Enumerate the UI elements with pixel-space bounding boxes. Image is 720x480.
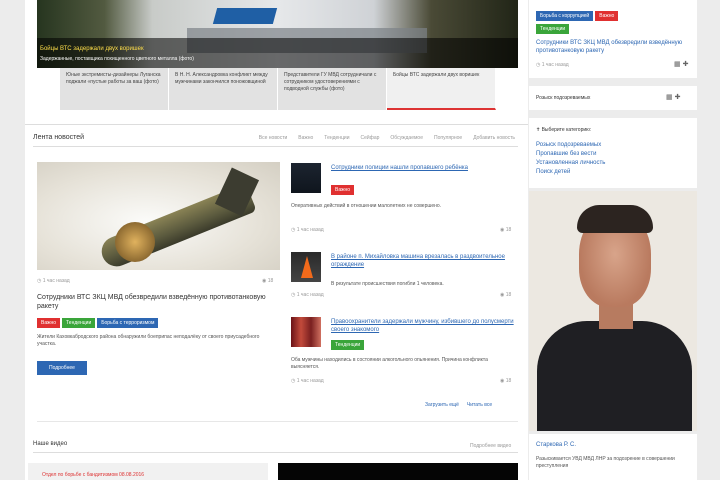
search-title: Розыск подозреваемых	[536, 95, 591, 101]
sidebar-news-time: ◷ 1 час назад	[536, 62, 569, 68]
badge-important[interactable]: Важно	[37, 318, 61, 328]
category-link[interactable]: Розыск подозреваемых	[536, 141, 601, 149]
sidebar-badges-row2: Тенденции	[536, 24, 571, 34]
news-item-title[interactable]: В районе п. Михайловка машина врезалась …	[331, 253, 516, 269]
category-link[interactable]: Установленная личность	[536, 159, 605, 167]
badge-corruption[interactable]: Борьба с коррупцией	[536, 11, 594, 21]
tab-all[interactable]: Все новости	[259, 135, 288, 141]
categories-title-text: Выберите категорию:	[541, 127, 592, 133]
hair-shape	[577, 205, 653, 233]
grid-icon[interactable]: ▦	[674, 61, 683, 68]
main-news-views: ◉ 18	[262, 278, 273, 284]
main-news-title[interactable]: Сотрудники ВТС ЗКЦ МВД обезвредили взвед…	[37, 293, 277, 311]
slider-thumb[interactable]: Юные экстремисты-дизайнеры Луганска подж…	[60, 68, 169, 110]
news-thumb[interactable]	[291, 163, 321, 193]
hero-caption-subtitle: Задержанные, поставщика похищенного цвет…	[40, 56, 194, 62]
slider-thumbnails: Юные экстремисты-дизайнеры Луганска подж…	[60, 68, 496, 110]
sidebar-news-title[interactable]: Сотрудники ВТС ЗКЦ МВД обезвредили взвед…	[536, 39, 686, 55]
grid-icon[interactable]: ▦	[666, 94, 675, 101]
video-player[interactable]	[278, 463, 518, 480]
badge-important[interactable]: Важно	[595, 11, 619, 21]
load-more-link[interactable]: Загрузить ещё	[425, 402, 459, 408]
views-count: 18	[505, 227, 512, 233]
hero-caption-title[interactable]: Бойцы ВТС задержали двух воришек	[40, 46, 144, 52]
news-item-views: ◉ 18	[500, 227, 511, 233]
tab-discussed[interactable]: Обсуждаемое	[390, 135, 423, 141]
tab-trends[interactable]: Тенденции	[324, 135, 349, 141]
news-thumb[interactable]	[291, 317, 321, 347]
tab-add-news[interactable]: Добавить новость	[473, 135, 515, 141]
time-label: 1 час назад	[296, 292, 324, 298]
wanted-person-photo[interactable]	[529, 191, 697, 431]
main-news-text: Жители Каховкабродского района обнаружил…	[37, 334, 260, 347]
shirt-shape	[537, 321, 692, 431]
video-all-link[interactable]: Подробнее видео	[470, 443, 511, 449]
time-label: 1 час назад	[296, 378, 324, 384]
badge-trends[interactable]: Тенденции	[62, 318, 96, 328]
divider	[33, 452, 518, 453]
badge-trends[interactable]: Тенденции	[331, 340, 365, 350]
plus-icon[interactable]: ✚	[675, 94, 681, 101]
news-item-title[interactable]: Сотрудники полиции нашли пропавшего ребё…	[331, 164, 516, 172]
news-item-badges: Важно	[331, 185, 356, 195]
categories-title: ✝ Выберите категорию:	[536, 127, 591, 133]
search-icons: ▦ ✚	[666, 93, 680, 101]
time-label: 1 час назад	[42, 278, 70, 284]
tab-popular[interactable]: Популярное	[434, 135, 462, 141]
feed-title: Лента новостей	[33, 134, 85, 141]
sidebar-badges: Борьба с коррупцией Важно	[536, 11, 620, 21]
badge-important[interactable]: Важно	[331, 185, 355, 195]
news-item-badges: Тенденции	[331, 340, 366, 350]
tab-safe[interactable]: Сейфар	[361, 135, 380, 141]
category-link[interactable]: Пропавшие без вести	[536, 150, 596, 158]
slider-thumb[interactable]: Представители ГУ МВД сотрудничали с сотр…	[278, 68, 387, 110]
main-news-image[interactable]	[37, 162, 280, 270]
badge-trends[interactable]: Тенденции	[536, 24, 570, 34]
badge-terrorism[interactable]: Борьба с терроризмом	[97, 318, 159, 328]
tab-important[interactable]: Важно	[298, 135, 313, 141]
slider-thumb-active[interactable]: Бойцы ВТС задержали двух воришек	[387, 68, 496, 110]
person-name[interactable]: Старкова Р. С.	[536, 441, 576, 449]
rocket-tip-shape	[115, 222, 155, 262]
main-news-badges: Важно Тенденции Борьба с терроризмом	[37, 318, 160, 328]
feed-tabs: Все новости Важно Тенденции Сейфар Обсуж…	[259, 135, 515, 141]
person-description: Разыскивается УВД МВД ЛНР за подозрение …	[536, 456, 675, 469]
hero-logo-stripe	[212, 8, 278, 24]
hero-caption-bg	[37, 38, 518, 68]
divider	[25, 124, 528, 125]
news-item-text: Оба мужчины находились в состоянии алког…	[291, 357, 488, 370]
news-item-views: ◉ 18	[500, 378, 511, 384]
category-link[interactable]: Поиск детей	[536, 168, 570, 176]
video-card-title[interactable]: Отдел по борьбе с бандитизмом 08.08.2016	[42, 472, 144, 478]
time-label: 1 час назад	[541, 62, 569, 68]
main-news-time: ◷ 1 час назад	[37, 278, 70, 284]
views-count: 18	[267, 278, 274, 284]
hero-slider-image[interactable]: Бойцы ВТС задержали двух воришек Задержа…	[37, 0, 518, 68]
time-label: 1 час назад	[296, 227, 324, 233]
video-section-title: Наше видео	[33, 441, 68, 447]
news-item-text: В результате происшествия погибли 1 чело…	[331, 281, 444, 287]
views-count: 18	[505, 378, 512, 384]
news-item-text: Оперативных действий в отношении малолет…	[291, 203, 442, 209]
news-thumb[interactable]	[291, 252, 321, 282]
video-card[interactable]: Отдел по борьбе с бандитизмом 08.08.2016	[28, 463, 268, 480]
news-item-time: ◷ 1 час назад	[291, 292, 324, 298]
feed-footer-links: Загрузить ещё Читать все	[425, 402, 492, 408]
divider	[37, 421, 518, 422]
news-item-time: ◷ 1 час назад	[291, 227, 324, 233]
news-item-time: ◷ 1 час назад	[291, 378, 324, 384]
divider	[33, 146, 518, 147]
slider-thumb[interactable]: В Н. Н. Александровка конфликт между муж…	[169, 68, 278, 110]
read-all-link[interactable]: Читать все	[467, 402, 492, 408]
news-item-title[interactable]: Правоохранители задержали мужчину, избив…	[331, 318, 516, 334]
news-item-views: ◉ 18	[500, 292, 511, 298]
more-button[interactable]: Подробнее	[37, 361, 87, 375]
sidebar-news-icons: ▦ ✚	[674, 60, 688, 68]
plus-icon[interactable]: ✚	[683, 61, 689, 68]
traffic-cone-shape	[301, 256, 313, 278]
views-count: 18	[505, 292, 512, 298]
